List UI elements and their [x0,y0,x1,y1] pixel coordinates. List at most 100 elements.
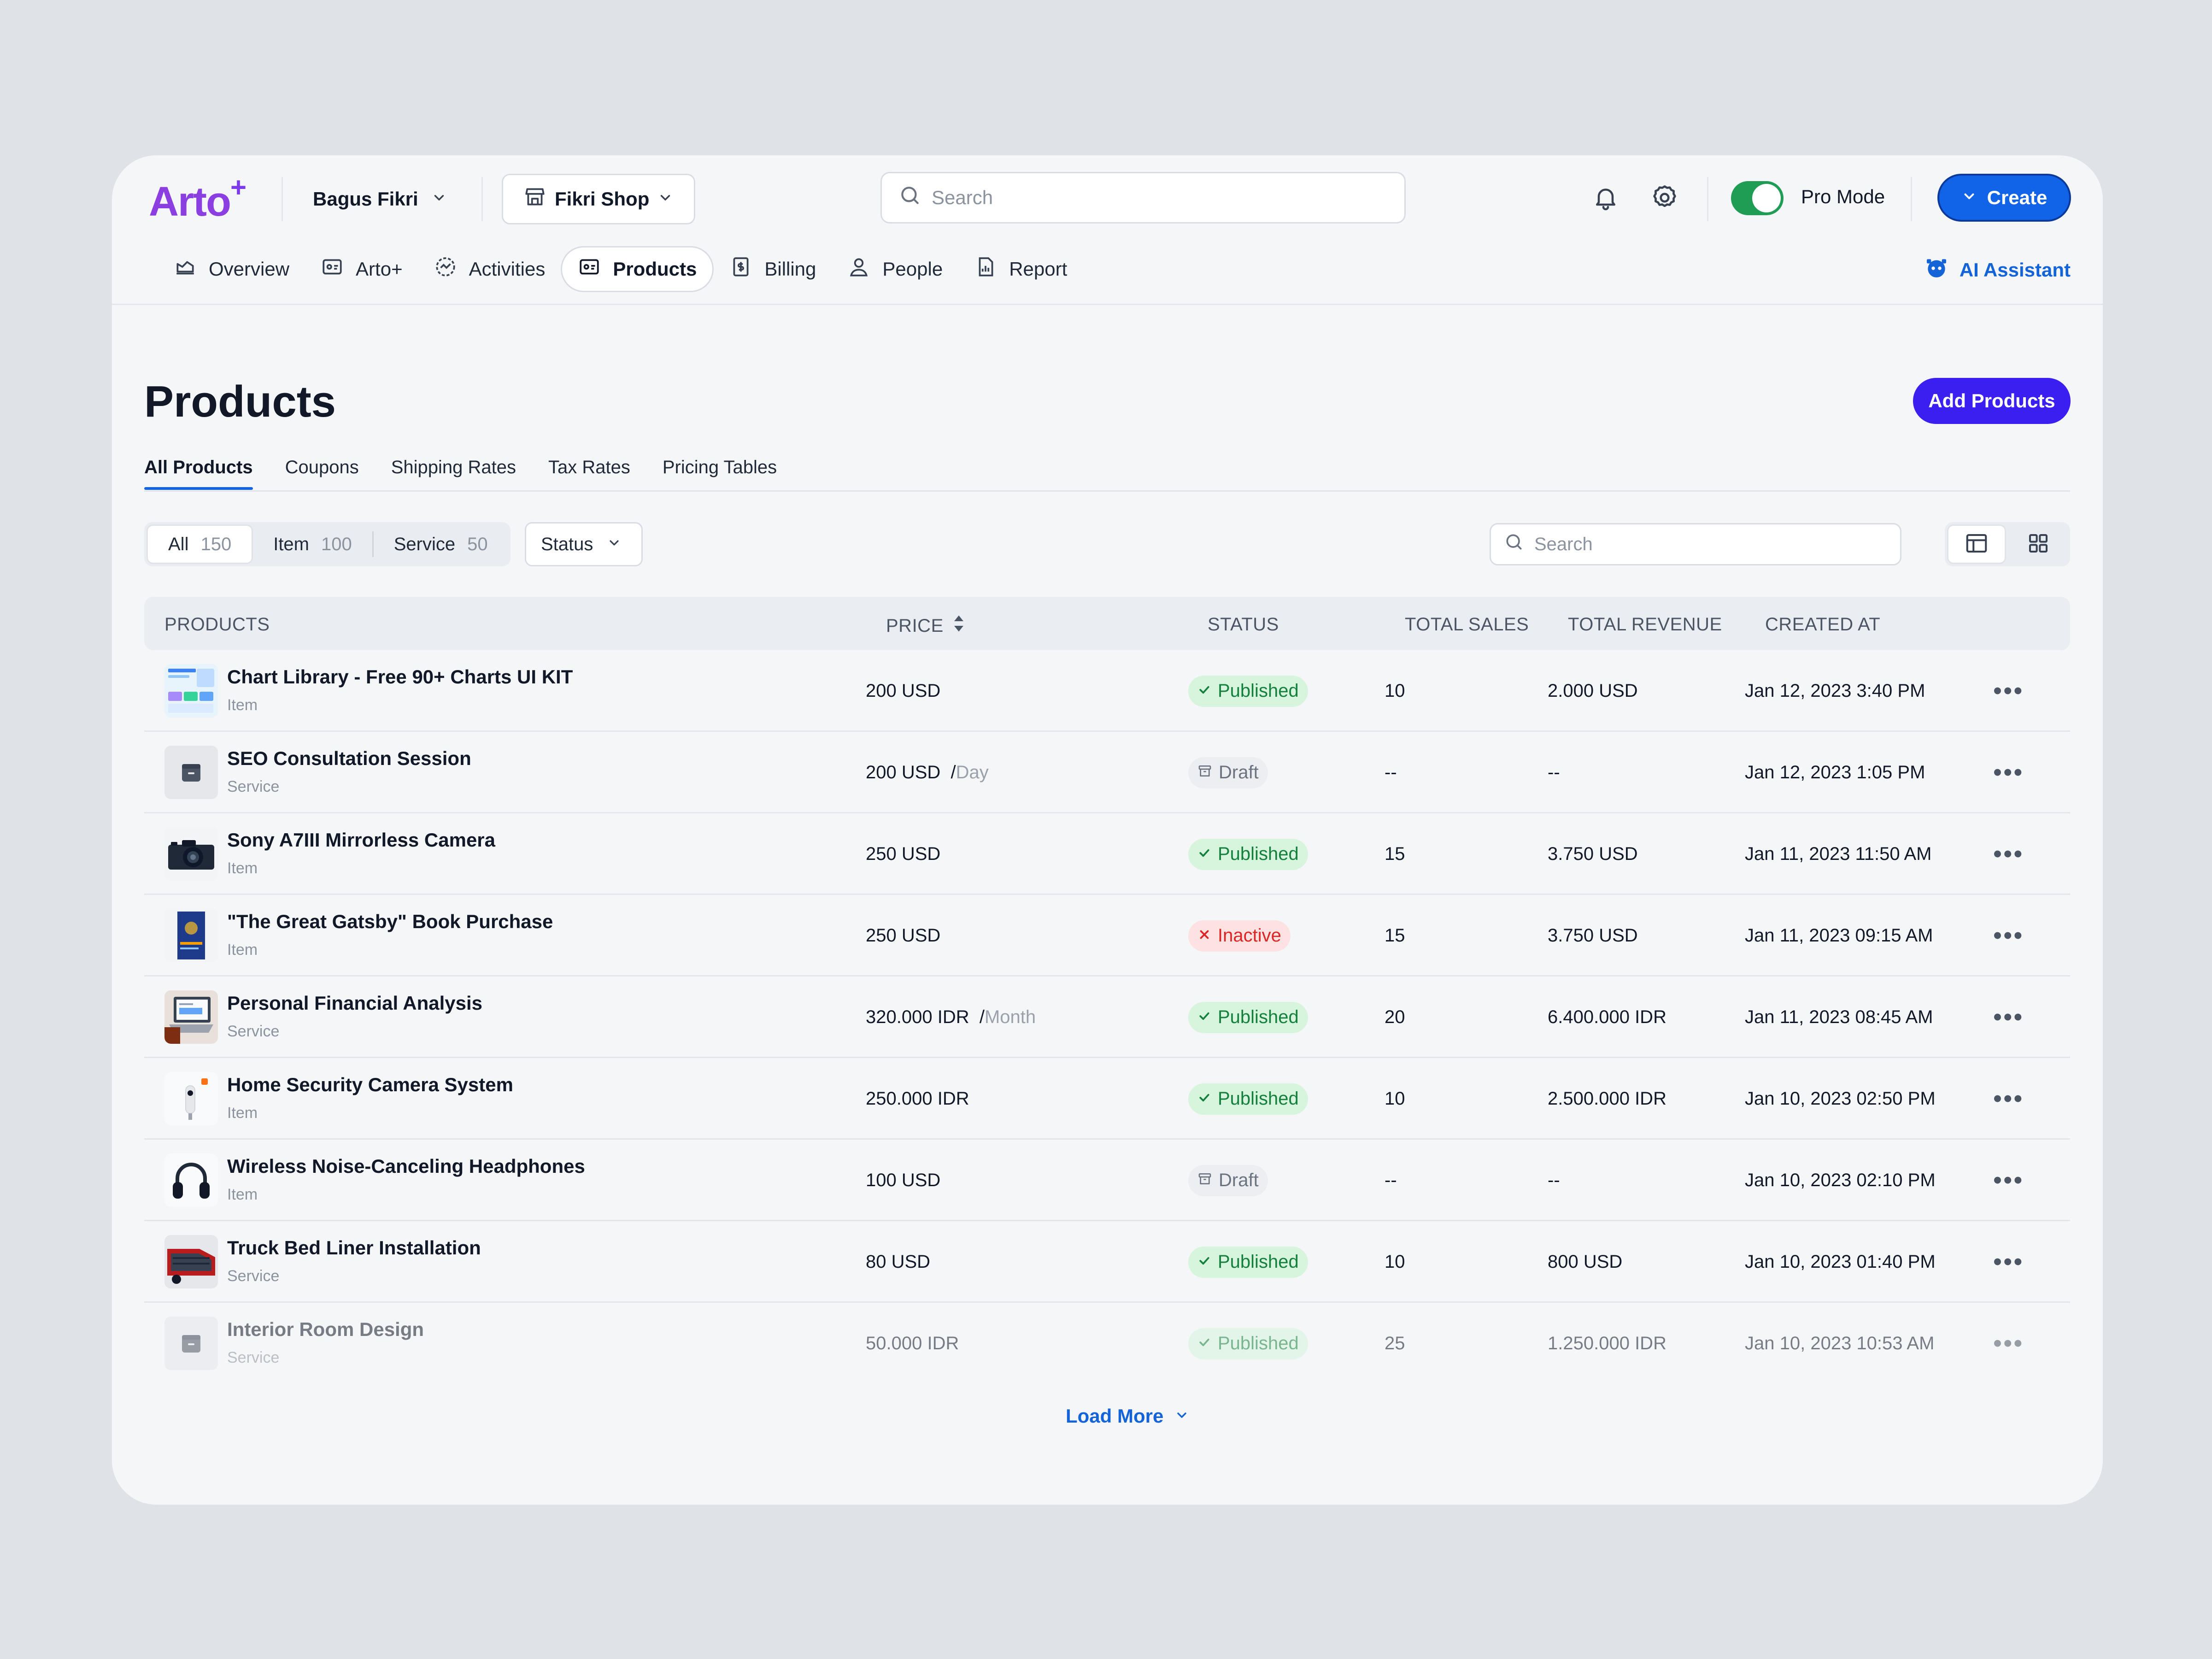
table-view-button[interactable] [1947,524,2006,564]
shop-name: Fikri Shop [555,188,650,210]
nav-people[interactable]: People [832,246,958,292]
pro-mode-toggle[interactable] [1731,181,1784,215]
grid-view-button[interactable] [2009,524,2068,564]
check-icon [1197,1088,1211,1109]
search-icon [1504,532,1524,557]
create-button[interactable]: Create [1937,174,2071,222]
more-options-icon[interactable]: ••• [1993,840,2024,868]
product-thumbnail [164,827,218,881]
divider [481,177,483,221]
status-badge: Published [1188,1246,1308,1278]
nav-products[interactable]: Products [561,246,714,292]
filter-service[interactable]: Service 50 [374,524,508,564]
shop-selector[interactable]: Fikri Shop [502,174,695,224]
col-status[interactable]: STATUS [1208,614,1279,635]
product-type: Item [227,1186,258,1203]
product-name[interactable]: Chart Library - Free 90+ Charts UI KIT [227,666,573,688]
tab-all-products[interactable]: All Products [144,457,253,490]
check-icon [1197,1007,1211,1028]
product-type: Item [227,696,258,714]
created-at-cell: Jan 12, 2023 3:40 PM [1745,681,1925,701]
nav-report[interactable]: Report [958,246,1083,292]
table-layout-icon [1964,531,1989,558]
product-name[interactable]: Interior Room Design [227,1318,424,1341]
table-row[interactable]: Wireless Noise-Canceling Headphones Item 1… [144,1140,2070,1221]
gear-icon[interactable] [1646,179,1683,216]
total-sales-cell: 15 [1385,925,1405,946]
more-options-icon[interactable]: ••• [1993,1085,2024,1112]
tabs-divider [144,490,2070,492]
col-products[interactable]: PRODUCTS [164,614,270,635]
store-icon [523,185,546,213]
user-name: Bagus Fikri [313,188,418,210]
nav-arto-plus[interactable]: Arto+ [305,246,418,292]
table-row[interactable]: Personal Financial Analysis Service 320.00… [144,977,2070,1058]
filter-item[interactable]: Item 100 [253,524,372,564]
total-revenue-cell: -- [1548,762,1560,782]
status-badge: Published [1188,675,1308,707]
tab-shipping-rates[interactable]: Shipping Rates [391,457,516,488]
table-row[interactable]: Chart Library - Free 90+ Charts UI KIT It… [144,650,2070,732]
nav-overview[interactable]: Overview [158,246,305,292]
product-name[interactable]: Wireless Noise-Canceling Headphones [227,1155,585,1177]
product-name[interactable]: SEO Consultation Session [227,747,471,770]
ai-assistant-button[interactable]: AI Assistant [1924,255,2071,285]
product-name[interactable]: Truck Bed Liner Installation [227,1237,481,1259]
col-total-sales[interactable]: TOTAL SALES [1405,614,1529,635]
total-sales-cell: 25 [1385,1333,1405,1353]
chevron-down-icon [607,534,622,555]
global-search-input[interactable]: Search [880,172,1406,224]
archive-icon [1197,762,1212,783]
filter-all[interactable]: All 150 [147,524,253,564]
more-options-icon[interactable]: ••• [1993,1330,2024,1357]
tab-pricing-tables[interactable]: Pricing Tables [663,457,777,488]
col-total-revenue[interactable]: TOTAL REVENUE [1568,614,1722,635]
sort-icon [952,614,966,637]
chevron-down-icon [1174,1405,1189,1427]
product-name[interactable]: Sony A7III Mirrorless Camera [227,829,495,851]
more-options-icon[interactable]: ••• [1993,1248,2024,1276]
more-options-icon[interactable]: ••• [1993,1003,2024,1031]
price-cell: 200 USD / Day [866,762,989,782]
status-badge: Inactive [1188,920,1291,952]
app-logo[interactable]: Arto+ [149,172,246,226]
bell-icon[interactable] [1587,179,1624,216]
product-type: Service [227,1267,280,1285]
status-badge: Published [1188,1083,1308,1115]
more-options-icon[interactable]: ••• [1993,1166,2024,1194]
table-search-input[interactable]: Search [1490,523,1901,565]
more-options-icon[interactable]: ••• [1993,922,2024,949]
product-card-icon [578,255,601,283]
archive-icon [1197,1170,1212,1191]
col-created-at[interactable]: CREATED AT [1765,614,1880,635]
app-window: Arto+ Bagus Fikri Fikri Shop Search Pro … [112,155,2103,1505]
product-name[interactable]: Personal Financial Analysis [227,992,482,1014]
price-value: 100 USD [866,1170,941,1190]
nav-activities[interactable]: Activities [418,246,561,292]
table-row[interactable]: "The Great Gatsby" Book Purchase Item 250 … [144,895,2070,977]
tab-tax-rates[interactable]: Tax Rates [548,457,630,488]
create-label: Create [1987,187,2048,208]
created-at-cell: Jan 12, 2023 1:05 PM [1745,762,1925,782]
header-divider [112,304,2103,305]
status-cell: Published [1188,1221,1308,1303]
table-row[interactable]: Interior Room Design Service 50.000 IDR Pu… [144,1303,2070,1384]
divider [1707,177,1708,221]
nav-billing[interactable]: Billing [714,246,832,292]
product-name[interactable]: Home Security Camera System [227,1074,513,1096]
product-type: Service [227,1349,280,1366]
tab-coupons[interactable]: Coupons [285,457,359,488]
add-products-button[interactable]: Add Products [1913,378,2071,424]
table-row[interactable]: Sony A7III Mirrorless Camera Item 250 USD … [144,813,2070,895]
user-selector[interactable]: Bagus Fikri [313,183,447,215]
status-dropdown[interactable]: Status [525,522,643,566]
robot-icon [1924,255,1949,285]
table-row[interactable]: Truck Bed Liner Installation Service 80 US… [144,1221,2070,1303]
more-options-icon[interactable]: ••• [1993,759,2024,786]
more-options-icon[interactable]: ••• [1993,677,2024,705]
col-price[interactable]: PRICE [886,614,966,637]
table-row[interactable]: Home Security Camera System Item 250.000 I… [144,1058,2070,1140]
load-more-button[interactable]: Load More [1066,1405,1189,1427]
product-name[interactable]: "The Great Gatsby" Book Purchase [227,911,553,933]
table-row[interactable]: SEO Consultation Session Service 200 USD /… [144,732,2070,813]
